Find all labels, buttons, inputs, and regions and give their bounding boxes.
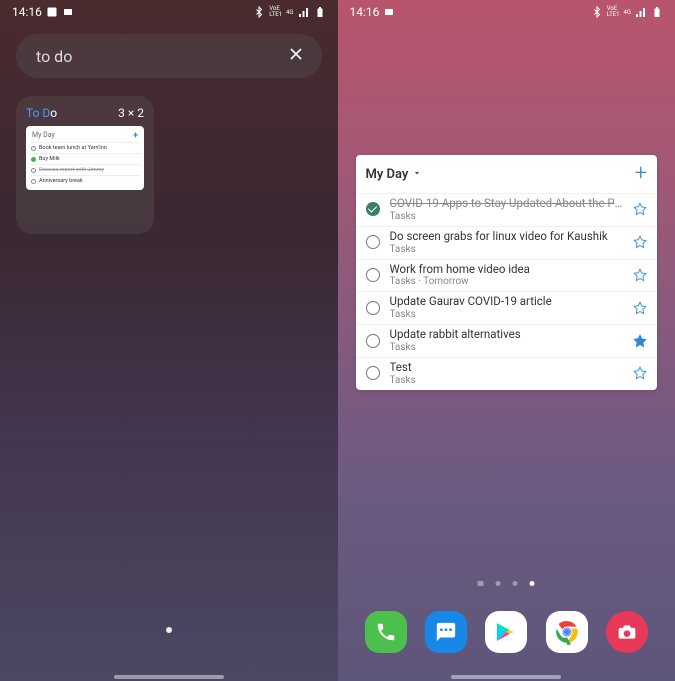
task-radio[interactable]	[366, 301, 380, 315]
task-title: Update Gaurav COVID-19 article	[390, 295, 624, 309]
radio-icon	[31, 179, 36, 184]
task-radio[interactable]	[366, 235, 380, 249]
lte-label: 4G	[286, 9, 293, 16]
task-row[interactable]: Work from home video idea Tasks · Tomorr…	[356, 259, 658, 292]
right-screen: 14:16 VoELTE1 4G My Day + COVID-19 Apps …	[338, 0, 675, 681]
phone-app-icon[interactable]	[365, 611, 407, 653]
radio-icon	[31, 146, 36, 151]
widget-header[interactable]: My Day +	[356, 155, 658, 193]
task-subtitle: Tasks · Tomorrow	[390, 276, 624, 287]
todo-widget[interactable]: My Day + COVID-19 Apps to Stay Updated A…	[356, 155, 658, 390]
widget-todo-card[interactable]: To Do 3 × 2 My Day + Book team lunch at …	[16, 96, 154, 234]
search-input[interactable]	[36, 47, 286, 66]
signal-icon	[298, 6, 310, 18]
clear-search-icon[interactable]	[286, 44, 306, 68]
task-subtitle: Tasks	[390, 211, 624, 222]
preview-row: Book team lunch at Yarn'Inn	[30, 142, 140, 153]
messages-app-icon[interactable]	[425, 611, 467, 653]
volte-icon: VoELTE1	[269, 6, 282, 18]
battery-icon	[651, 6, 663, 18]
preview-text: Book team lunch at Yarn'Inn	[39, 145, 139, 151]
page-dot[interactable]	[496, 581, 501, 586]
preview-row: Discuss report with Jimmy	[30, 164, 140, 175]
page-indicators[interactable]	[478, 581, 535, 586]
clock: 14:16	[350, 5, 380, 19]
preview-row: Anniversary break	[30, 175, 140, 186]
gallery-icon	[46, 6, 58, 18]
preview-text: Discuss report with Jimmy	[39, 167, 139, 173]
preview-text: Anniversary break	[39, 178, 139, 184]
task-radio[interactable]	[366, 334, 380, 348]
task-subtitle: Tasks	[390, 375, 624, 386]
notification-icon	[62, 6, 74, 18]
task-radio[interactable]	[366, 268, 380, 282]
task-row[interactable]: Test Tasks	[356, 357, 658, 390]
task-subtitle: Tasks	[390, 342, 624, 353]
preview-text: Buy Milk	[39, 156, 139, 162]
play-store-icon[interactable]	[485, 611, 527, 653]
task-row[interactable]: Do screen grabs for linux video for Kaus…	[356, 226, 658, 259]
notification-icon	[383, 6, 395, 18]
camera-app-icon[interactable]	[606, 611, 648, 653]
page-dot-active[interactable]	[530, 581, 535, 586]
page-dot[interactable]	[513, 581, 518, 586]
task-row[interactable]: COVID-19 Apps to Stay Updated About the …	[356, 193, 658, 226]
task-title: Test	[390, 361, 624, 375]
task-title: Update rabbit alternatives	[390, 328, 624, 342]
radio-icon	[31, 157, 36, 162]
widget-dimensions: 3 × 2	[118, 106, 144, 120]
statusbar: 14:16 VoELTE1 4G	[0, 0, 338, 24]
bluetooth-icon	[591, 6, 603, 18]
gesture-handle[interactable]	[451, 675, 561, 679]
clock: 14:16	[12, 5, 42, 19]
volte-icon: VoELTE1	[607, 6, 620, 18]
star-icon[interactable]	[633, 301, 647, 315]
star-icon[interactable]	[633, 268, 647, 282]
chevron-down-icon[interactable]	[412, 167, 422, 182]
task-title: COVID-19 Apps to Stay Updated About the …	[390, 197, 624, 211]
lte-label: 4G	[624, 9, 631, 16]
chrome-app-icon[interactable]	[546, 611, 588, 653]
signal-icon	[635, 6, 647, 18]
task-radio[interactable]	[366, 202, 380, 216]
preview-plus-icon: +	[133, 131, 138, 141]
statusbar: 14:16 VoELTE1 4G	[338, 0, 675, 24]
radio-icon	[31, 168, 36, 173]
add-task-button[interactable]: +	[635, 163, 647, 185]
star-icon[interactable]	[633, 366, 647, 380]
bluetooth-icon	[253, 6, 265, 18]
preview-header: My Day	[32, 131, 55, 141]
star-icon[interactable]	[633, 235, 647, 249]
home-dot[interactable]	[478, 581, 484, 586]
left-screen: 14:16 VoELTE1 4G To Do 3 × 2 My Day +	[0, 0, 338, 681]
widget-search[interactable]	[16, 34, 322, 78]
task-radio[interactable]	[366, 366, 380, 380]
task-row[interactable]: Update Gaurav COVID-19 article Tasks	[356, 291, 658, 324]
preview-row: Buy Milk	[30, 153, 140, 164]
list-name: My Day	[366, 167, 409, 182]
page-dot	[166, 627, 172, 633]
widget-title: To Do	[26, 106, 57, 120]
dock	[338, 611, 675, 653]
task-subtitle: Tasks	[390, 309, 624, 320]
task-title: Do screen grabs for linux video for Kaus…	[390, 230, 624, 244]
widget-preview: My Day + Book team lunch at Yarn'Inn Buy …	[26, 126, 144, 190]
task-row[interactable]: Update rabbit alternatives Tasks	[356, 324, 658, 357]
task-title: Work from home video idea	[390, 263, 624, 277]
star-icon[interactable]	[633, 202, 647, 216]
star-icon[interactable]	[633, 334, 647, 348]
gesture-handle[interactable]	[114, 675, 224, 679]
battery-icon	[314, 6, 326, 18]
task-subtitle: Tasks	[390, 244, 624, 255]
